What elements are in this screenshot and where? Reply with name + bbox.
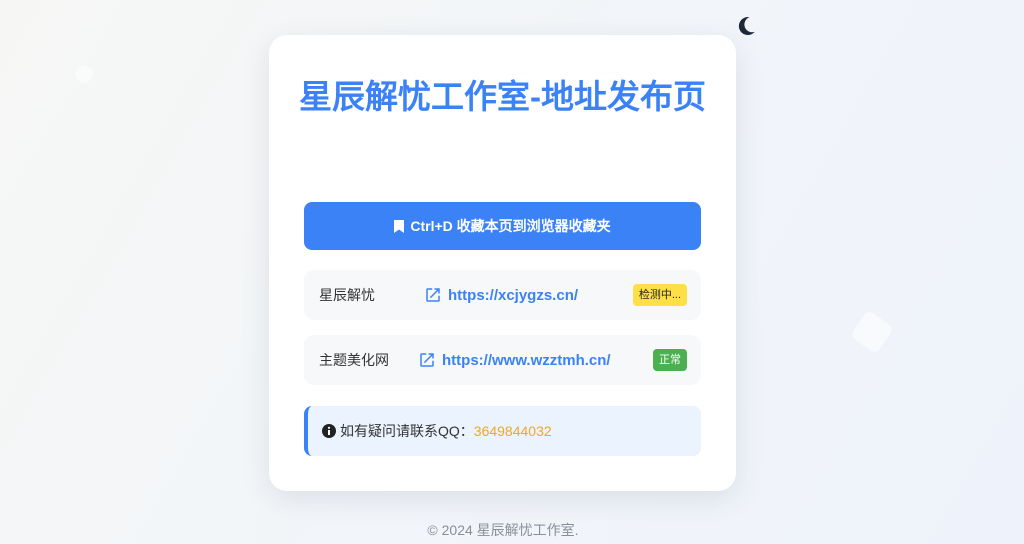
bookmark-button[interactable]: Ctrl+D 收藏本页到浏览器收藏夹 bbox=[304, 202, 701, 250]
notice-text: 如有疑问请联系QQ： bbox=[340, 423, 474, 439]
site-link[interactable]: https://www.wzztmh.cn/ bbox=[418, 335, 611, 385]
contact-notice: 如有疑问请联系QQ： 3649844032 bbox=[304, 406, 701, 456]
external-link-icon bbox=[426, 288, 440, 302]
footer-copyright: © 2024 星辰解忧工作室. bbox=[427, 522, 579, 538]
status-badge: 检测中... bbox=[632, 284, 687, 306]
page-title: 星辰解忧工作室-地址发布页 bbox=[299, 78, 706, 115]
theme-toggle-button[interactable] bbox=[734, 14, 758, 38]
info-circle-icon bbox=[322, 424, 336, 438]
site-row: 主题美化网 https://www.wzztmh.cn/ 正常 bbox=[304, 335, 701, 385]
external-link-icon bbox=[420, 353, 434, 367]
site-row: 星辰解忧 https://xcjygzs.cn/ 检测中... bbox=[304, 270, 701, 320]
bookmark-icon bbox=[394, 219, 405, 233]
main-card: 星辰解忧工作室-地址发布页 Ctrl+D 收藏本页到浏览器收藏夹 星辰解忧 ht… bbox=[269, 35, 736, 491]
site-link[interactable]: https://xcjygzs.cn/ bbox=[424, 270, 578, 320]
site-url: https://www.wzztmh.cn/ bbox=[442, 351, 611, 369]
site-url: https://xcjygzs.cn/ bbox=[448, 286, 579, 304]
bookmark-label: Ctrl+D 收藏本页到浏览器收藏夹 bbox=[410, 218, 611, 234]
decor-shape bbox=[72, 62, 96, 86]
qq-number[interactable]: 3649844032 bbox=[474, 423, 552, 439]
decor-shape bbox=[849, 309, 895, 355]
moon-icon bbox=[738, 17, 755, 36]
site-name: 主题美化网 bbox=[319, 352, 389, 368]
status-badge: 正常 bbox=[653, 349, 687, 371]
site-name: 星辰解忧 bbox=[319, 287, 375, 303]
